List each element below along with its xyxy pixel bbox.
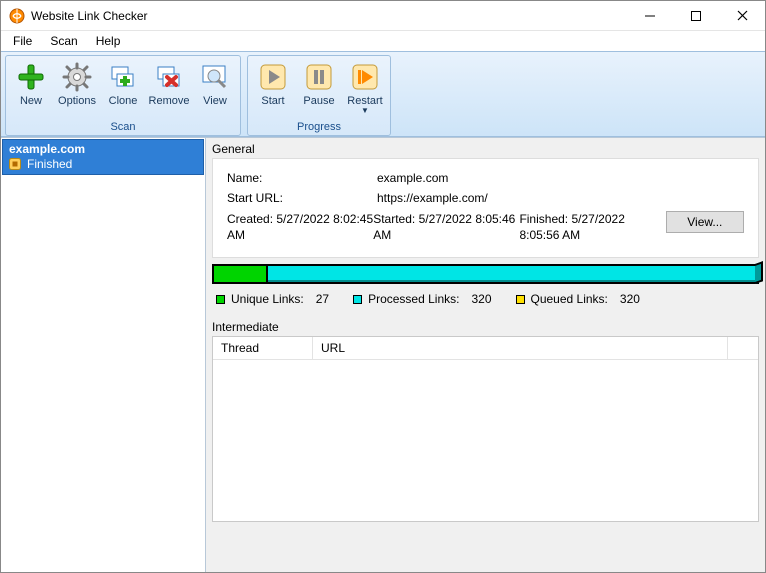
remove-icon xyxy=(153,61,185,93)
remove-button[interactable]: Remove xyxy=(146,58,192,120)
name-value: example.com xyxy=(377,171,448,185)
col-spacer xyxy=(728,337,758,359)
swatch-unique xyxy=(216,295,225,304)
processed-links-value: 320 xyxy=(471,292,491,306)
col-url[interactable]: URL xyxy=(313,337,728,359)
general-panel: Name: example.com Start URL: https://exa… xyxy=(212,158,759,258)
play-icon xyxy=(257,61,289,93)
pause-label: Pause xyxy=(303,95,334,107)
ribbon-group-progress: Start Pause Restart ▼ Progress xyxy=(247,55,391,136)
options-button[interactable]: Options xyxy=(54,58,100,120)
gear-icon xyxy=(61,61,93,93)
main-split: example.com Finished General Name: examp… xyxy=(1,137,765,572)
restart-icon xyxy=(349,61,381,93)
general-section-label: General xyxy=(206,138,765,158)
started-label: Started: xyxy=(373,212,415,226)
new-label: New xyxy=(20,95,42,107)
finished-label: Finished: xyxy=(519,212,568,226)
unique-links-label: Unique Links: xyxy=(231,292,304,306)
created-label: Created: xyxy=(227,212,273,226)
new-button[interactable]: New xyxy=(8,58,54,120)
start-button[interactable]: Start xyxy=(250,58,296,120)
maximize-button[interactable] xyxy=(673,1,719,31)
menu-file[interactable]: File xyxy=(5,32,40,50)
view-details-button[interactable]: View... xyxy=(666,211,744,233)
progress-legend: Unique Links: 27 Processed Links: 320 Qu… xyxy=(216,292,759,306)
pause-icon xyxy=(303,61,335,93)
remove-label: Remove xyxy=(149,95,190,107)
menubar: File Scan Help xyxy=(1,31,765,51)
sidebar-item-title: example.com xyxy=(9,142,197,156)
minimize-button[interactable] xyxy=(627,1,673,31)
intermediate-panel: Thread URL xyxy=(212,336,759,522)
options-label: Options xyxy=(58,95,96,107)
queued-links-label: Queued Links: xyxy=(531,292,608,306)
view-button[interactable]: View xyxy=(192,58,238,120)
plus-icon xyxy=(15,61,47,93)
titlebar: Website Link Checker xyxy=(1,1,765,31)
queued-links-value: 320 xyxy=(620,292,640,306)
unique-links-value: 27 xyxy=(316,292,329,306)
menu-scan[interactable]: Scan xyxy=(42,32,85,50)
view-label: View xyxy=(203,95,227,107)
swatch-queued xyxy=(516,295,525,304)
content-pane[interactable]: General Name: example.com Start URL: htt… xyxy=(206,138,765,572)
col-thread[interactable]: Thread xyxy=(213,337,313,359)
window-title: Website Link Checker xyxy=(31,9,148,23)
name-label: Name: xyxy=(227,171,377,185)
ribbon-group-scan-label: Scan xyxy=(8,120,238,135)
ribbon-group-progress-label: Progress xyxy=(250,120,388,135)
starturl-value: https://example.com/ xyxy=(377,191,488,205)
ribbon: New Options Clone Remove xyxy=(1,51,765,137)
chevron-down-icon: ▼ xyxy=(361,107,369,115)
clone-button[interactable]: Clone xyxy=(100,58,146,120)
sidebar-item-status: Finished xyxy=(27,157,72,171)
intermediate-header: Thread URL xyxy=(213,337,758,360)
magnifier-icon xyxy=(199,61,231,93)
starturl-label: Start URL: xyxy=(227,191,377,205)
processed-links-label: Processed Links: xyxy=(368,292,459,306)
progress-bar xyxy=(212,264,759,284)
close-button[interactable] xyxy=(719,1,765,31)
swatch-processed xyxy=(353,295,362,304)
pause-button[interactable]: Pause xyxy=(296,58,342,120)
clone-icon xyxy=(107,61,139,93)
menu-help[interactable]: Help xyxy=(88,32,129,50)
stop-icon xyxy=(9,158,21,170)
clone-label: Clone xyxy=(109,95,138,107)
start-label: Start xyxy=(261,95,284,107)
restart-button[interactable]: Restart ▼ xyxy=(342,58,388,120)
sidebar: example.com Finished xyxy=(1,138,206,572)
sidebar-item-scan[interactable]: example.com Finished xyxy=(2,139,204,175)
intermediate-section-label: Intermediate xyxy=(206,316,765,336)
ribbon-group-scan: New Options Clone Remove xyxy=(5,55,241,136)
app-icon xyxy=(9,8,25,24)
